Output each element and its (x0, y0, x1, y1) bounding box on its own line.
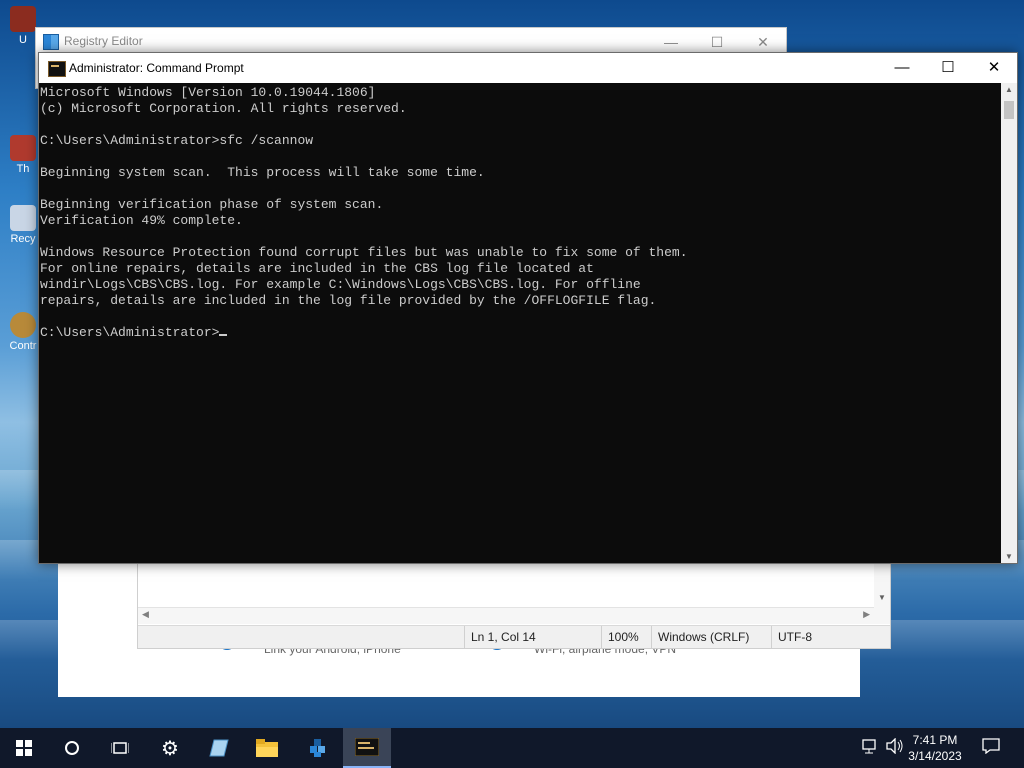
command-prompt-window: Administrator: Command Prompt — ☐ ✕ Micr… (38, 52, 1018, 564)
task-view-button[interactable] (96, 728, 144, 768)
scroll-down-arrow-icon[interactable]: ▼ (1001, 552, 1017, 561)
desktop-icon-label: Th (16, 163, 30, 175)
settings-icon: ⚙ (161, 737, 179, 760)
scroll-down-arrow-icon[interactable]: ▼ (874, 593, 890, 602)
registry-editor-icon (43, 34, 59, 50)
registry-editor-title: Registry Editor (64, 34, 143, 48)
system-clock[interactable]: 7:41 PM 3/14/2023 (900, 732, 970, 764)
notepad-taskbar-button[interactable] (195, 728, 243, 768)
scroll-thumb[interactable] (1004, 101, 1014, 119)
zoom-level: 100% (601, 626, 639, 648)
command-prompt-icon (48, 61, 66, 77)
cursor-position: Ln 1, Col 14 (464, 626, 536, 648)
command-prompt-taskbar-button[interactable] (343, 728, 391, 768)
search-icon (65, 741, 79, 755)
cmd-vertical-scrollbar[interactable]: ▲ ▼ (1001, 83, 1017, 563)
task-view-icon (111, 742, 129, 754)
start-button[interactable] (0, 728, 48, 768)
cmd-maximize-button[interactable]: ☐ (925, 53, 971, 83)
desktop-icon-label: Recy (10, 233, 36, 245)
network-icon[interactable] (862, 738, 880, 757)
settings-taskbar-button[interactable]: ⚙ (146, 728, 194, 768)
line-ending: Windows (CRLF) (651, 626, 749, 648)
control-panel-icon (10, 312, 36, 338)
scroll-right-arrow-icon[interactable]: ▶ (863, 609, 870, 620)
clock-time: 7:41 PM (912, 733, 958, 747)
notification-icon (982, 738, 1000, 755)
notepad-status-bar: Ln 1, Col 14 100% Windows (CRLF) UTF-8 (138, 625, 890, 648)
notepad-horizontal-scrollbar[interactable]: ◀ ▶ (138, 608, 874, 624)
cmd-title: Administrator: Command Prompt (69, 61, 244, 75)
file-explorer-taskbar-button[interactable] (243, 728, 291, 768)
notepad-icon (209, 739, 229, 757)
desktop-icon-recycle-bin[interactable]: Recy (8, 205, 38, 245)
action-center-button[interactable] (982, 738, 1000, 757)
console-output: Microsoft Windows [Version 10.0.19044.18… (40, 85, 688, 340)
desktop-icon-control-panel[interactable]: Contr (8, 312, 38, 352)
clock-date: 3/14/2023 (908, 749, 962, 763)
taskbar: ⚙ 7:41 PM 3/14/2023 (0, 728, 1024, 768)
recycle-bin-icon (10, 205, 36, 231)
search-button[interactable] (48, 728, 96, 768)
desktop-icon-user[interactable]: U (8, 6, 38, 46)
scroll-left-arrow-icon[interactable]: ◀ (142, 609, 149, 620)
registry-editor-icon (310, 739, 325, 757)
windows-logo-icon (16, 740, 32, 756)
desktop-icon-label: Contr (9, 340, 37, 352)
cmd-console[interactable]: Microsoft Windows [Version 10.0.19044.18… (39, 83, 1001, 563)
cmd-title-bar[interactable]: Administrator: Command Prompt — ☐ ✕ (39, 53, 1017, 83)
registry-editor-taskbar-button[interactable] (294, 728, 342, 768)
encoding: UTF-8 (771, 626, 812, 648)
this-pc-icon (10, 135, 36, 161)
cmd-close-button[interactable]: ✕ (971, 53, 1017, 83)
user-folder-icon (10, 6, 36, 32)
file-explorer-icon (256, 739, 278, 757)
desktop-icon-this-pc[interactable]: Th (8, 135, 38, 175)
desktop-icon-label: U (19, 34, 27, 46)
command-prompt-icon (355, 738, 379, 756)
console-cursor (219, 334, 228, 336)
cmd-minimize-button[interactable]: — (879, 53, 925, 83)
scroll-up-arrow-icon[interactable]: ▲ (1001, 85, 1017, 94)
